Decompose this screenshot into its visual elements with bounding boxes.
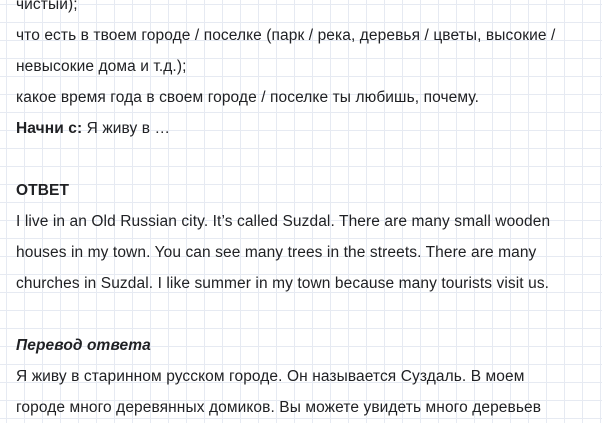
start-with-text: Я живу в … (82, 120, 171, 137)
translation-line-1: Я живу в старинном русском городе. Он на… (16, 368, 525, 385)
answer-line-1: I live in an Old Russian city. It’s call… (16, 213, 551, 230)
start-with-line: Начни с: Я живу в … (16, 113, 596, 144)
answer-heading: ОТВЕТ (16, 182, 70, 199)
answer-line-2: houses in my town. You can see many tree… (16, 244, 537, 261)
translation-heading: Перевод ответа (16, 337, 151, 354)
answer-line-3: churches in Suzdal. I like summer in my … (16, 275, 550, 292)
task-line-2: что есть в твоем городе / поселке (парк … (16, 27, 556, 44)
task-line-1: чистый); (16, 0, 78, 13)
task-line-3: невысокие дома и т.д.); (16, 58, 187, 75)
task-line-4: какое время года в своем городе / поселк… (16, 89, 479, 106)
document-page: чистый); что есть в твоем городе / посел… (16, 0, 596, 423)
start-with-label: Начни с: (16, 120, 83, 137)
translation-line-2: городе много деревянных домиков. Вы може… (16, 399, 542, 416)
